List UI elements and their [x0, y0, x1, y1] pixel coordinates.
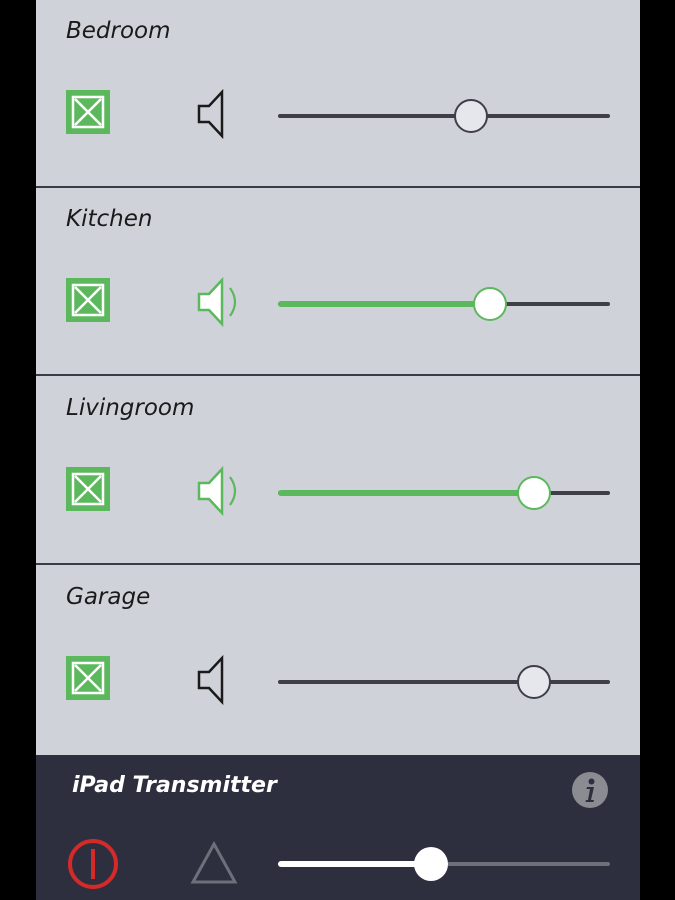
- slider-track: [278, 114, 610, 118]
- enabled-toggle-icon[interactable]: [66, 278, 110, 322]
- volume-slider[interactable]: [278, 287, 610, 321]
- slider-fill: [278, 301, 491, 307]
- volume-slider[interactable]: [278, 99, 610, 133]
- transmitter-title: iPad Transmitter: [72, 773, 277, 798]
- slider-knob[interactable]: [413, 847, 448, 881]
- slider-knob[interactable]: [516, 476, 551, 510]
- room-garage: Garage: [36, 566, 640, 754]
- speaker-icon[interactable]: [194, 86, 250, 142]
- enabled-toggle-icon[interactable]: [66, 656, 110, 700]
- room-title: Bedroom: [66, 18, 171, 44]
- slider-track: [278, 680, 610, 684]
- transmitter-volume-slider[interactable]: [278, 847, 610, 881]
- room-livingroom: Livingroom: [36, 377, 640, 565]
- room-bedroom: Bedroom: [36, 0, 640, 188]
- speaker-sound-icon[interactable]: [194, 274, 250, 330]
- slider-knob[interactable]: [453, 99, 488, 133]
- speaker-icon[interactable]: [194, 652, 250, 708]
- room-kitchen: Kitchen: [36, 188, 640, 376]
- enabled-toggle-icon[interactable]: [66, 467, 110, 511]
- slider-fill: [278, 490, 534, 496]
- speaker-sound-icon[interactable]: [194, 463, 250, 519]
- room-title: Livingroom: [66, 395, 195, 421]
- volume-slider[interactable]: [278, 476, 610, 510]
- room-title: Garage: [66, 584, 151, 610]
- slider-fill: [278, 861, 431, 867]
- slider-knob[interactable]: [516, 665, 551, 699]
- room-title: Kitchen: [66, 206, 153, 232]
- info-icon[interactable]: [571, 771, 609, 809]
- transmitter-bar: iPad Transmitter: [36, 755, 640, 900]
- warning-triangle-icon: [190, 840, 238, 885]
- power-icon[interactable]: [66, 837, 120, 891]
- slider-knob[interactable]: [473, 287, 508, 321]
- enabled-toggle-icon[interactable]: [66, 90, 110, 134]
- speaker-panel: Bedroom Kitchen Livingroom Garage iPad T…: [36, 0, 640, 900]
- volume-slider[interactable]: [278, 665, 610, 699]
